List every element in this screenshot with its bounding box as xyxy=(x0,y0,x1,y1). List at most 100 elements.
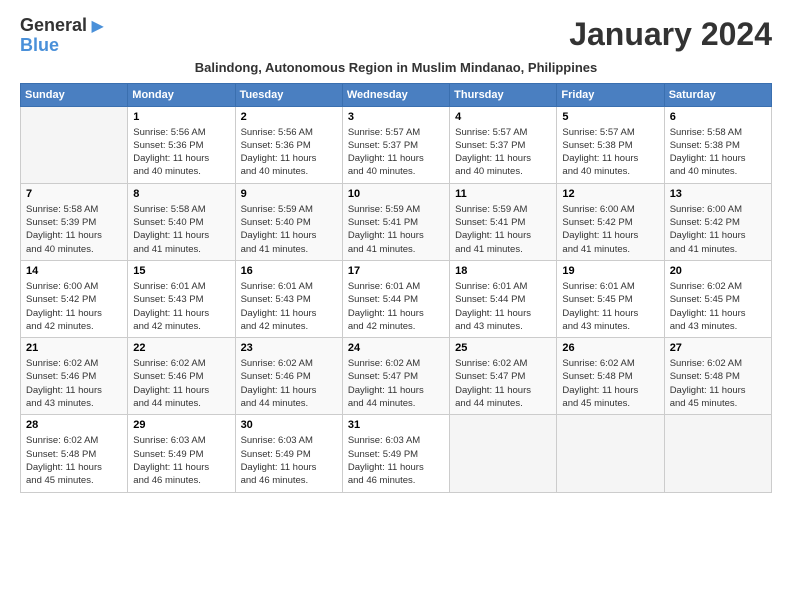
day-info: Sunrise: 6:02 AM Sunset: 5:46 PM Dayligh… xyxy=(241,357,337,410)
day-info: Sunrise: 5:57 AM Sunset: 5:37 PM Dayligh… xyxy=(348,126,444,179)
day-number: 13 xyxy=(670,188,766,200)
day-info: Sunrise: 5:59 AM Sunset: 5:40 PM Dayligh… xyxy=(241,203,337,256)
day-number: 8 xyxy=(133,188,229,200)
day-number: 21 xyxy=(26,342,122,354)
day-number: 19 xyxy=(562,265,658,277)
calendar-week-row: 28 Sunrise: 6:02 AM Sunset: 5:48 PM Dayli… xyxy=(21,415,772,492)
page-header: General ▶ Blue January 2024 xyxy=(20,16,772,56)
calendar-cell: 23 Sunrise: 6:02 AM Sunset: 5:46 PM Dayli… xyxy=(235,338,342,415)
calendar-cell: 11 Sunrise: 5:59 AM Sunset: 5:41 PM Dayli… xyxy=(450,183,557,260)
calendar-cell: 5 Sunrise: 5:57 AM Sunset: 5:38 PM Daylig… xyxy=(557,106,664,183)
day-number: 11 xyxy=(455,188,551,200)
day-info: Sunrise: 5:58 AM Sunset: 5:39 PM Dayligh… xyxy=(26,203,122,256)
logo-blue: Blue xyxy=(20,36,59,56)
day-number: 10 xyxy=(348,188,444,200)
calendar-cell: 18Sunrise: 6:01 AM Sunset: 5:44 PM Dayli… xyxy=(450,260,557,337)
day-info: Sunrise: 6:02 AM Sunset: 5:48 PM Dayligh… xyxy=(562,357,658,410)
day-info: Sunrise: 6:03 AM Sunset: 5:49 PM Dayligh… xyxy=(133,434,229,487)
day-number: 28 xyxy=(26,419,122,431)
day-number: 4 xyxy=(455,111,551,123)
day-info: Sunrise: 6:03 AM Sunset: 5:49 PM Dayligh… xyxy=(241,434,337,487)
calendar-cell: 29 Sunrise: 6:03 AM Sunset: 5:49 PM Dayli… xyxy=(128,415,235,492)
day-number: 24 xyxy=(348,342,444,354)
calendar-cell: 26 Sunrise: 6:02 AM Sunset: 5:48 PM Dayli… xyxy=(557,338,664,415)
day-number: 6 xyxy=(670,111,766,123)
calendar-cell: 28 Sunrise: 6:02 AM Sunset: 5:48 PM Dayli… xyxy=(21,415,128,492)
month-title: January 2024 xyxy=(569,16,772,53)
calendar-cell: 10 Sunrise: 5:59 AM Sunset: 5:41 PM Dayli… xyxy=(342,183,449,260)
day-number: 5 xyxy=(562,111,658,123)
calendar-cell xyxy=(557,415,664,492)
calendar-cell: 4 Sunrise: 5:57 AM Sunset: 5:37 PM Daylig… xyxy=(450,106,557,183)
weekday-header: Thursday xyxy=(450,83,557,106)
calendar-cell: 6 Sunrise: 5:58 AM Sunset: 5:38 PM Daylig… xyxy=(664,106,771,183)
day-number: 3 xyxy=(348,111,444,123)
calendar-table: SundayMondayTuesdayWednesdayThursdayFrid… xyxy=(20,83,772,493)
calendar-cell: 22 Sunrise: 6:02 AM Sunset: 5:46 PM Dayli… xyxy=(128,338,235,415)
day-number: 30 xyxy=(241,419,337,431)
day-info: Sunrise: 5:56 AM Sunset: 5:36 PM Dayligh… xyxy=(241,126,337,179)
calendar-cell: 9 Sunrise: 5:59 AM Sunset: 5:40 PM Daylig… xyxy=(235,183,342,260)
calendar-cell: 7 Sunrise: 5:58 AM Sunset: 5:39 PM Daylig… xyxy=(21,183,128,260)
day-number: 16 xyxy=(241,265,337,277)
calendar-cell: 3 Sunrise: 5:57 AM Sunset: 5:37 PM Daylig… xyxy=(342,106,449,183)
day-info: Sunrise: 6:02 AM Sunset: 5:46 PM Dayligh… xyxy=(26,357,122,410)
day-info: Sunrise: 6:02 AM Sunset: 5:47 PM Dayligh… xyxy=(455,357,551,410)
calendar-cell: 19Sunrise: 6:01 AM Sunset: 5:45 PM Dayli… xyxy=(557,260,664,337)
logo-text: General ▶ xyxy=(20,16,104,36)
day-number: 2 xyxy=(241,111,337,123)
calendar-header-row: SundayMondayTuesdayWednesdayThursdayFrid… xyxy=(21,83,772,106)
day-info: Sunrise: 6:02 AM Sunset: 5:46 PM Dayligh… xyxy=(133,357,229,410)
day-info: Sunrise: 6:01 AM Sunset: 5:43 PM Dayligh… xyxy=(133,280,229,333)
day-info: Sunrise: 6:00 AM Sunset: 5:42 PM Dayligh… xyxy=(670,203,766,256)
day-info: Sunrise: 5:56 AM Sunset: 5:36 PM Dayligh… xyxy=(133,126,229,179)
day-info: Sunrise: 6:02 AM Sunset: 5:47 PM Dayligh… xyxy=(348,357,444,410)
day-number: 22 xyxy=(133,342,229,354)
day-number: 9 xyxy=(241,188,337,200)
calendar-cell: 8 Sunrise: 5:58 AM Sunset: 5:40 PM Daylig… xyxy=(128,183,235,260)
day-info: Sunrise: 5:59 AM Sunset: 5:41 PM Dayligh… xyxy=(348,203,444,256)
day-info: Sunrise: 5:57 AM Sunset: 5:37 PM Dayligh… xyxy=(455,126,551,179)
weekday-header: Saturday xyxy=(664,83,771,106)
calendar-cell: 1 Sunrise: 5:56 AM Sunset: 5:36 PM Daylig… xyxy=(128,106,235,183)
day-number: 20 xyxy=(670,265,766,277)
day-info: Sunrise: 5:58 AM Sunset: 5:38 PM Dayligh… xyxy=(670,126,766,179)
day-number: 26 xyxy=(562,342,658,354)
calendar-week-row: 14Sunrise: 6:00 AM Sunset: 5:42 PM Dayli… xyxy=(21,260,772,337)
calendar-week-row: 7 Sunrise: 5:58 AM Sunset: 5:39 PM Daylig… xyxy=(21,183,772,260)
calendar-cell: 24 Sunrise: 6:02 AM Sunset: 5:47 PM Dayli… xyxy=(342,338,449,415)
day-info: Sunrise: 5:59 AM Sunset: 5:41 PM Dayligh… xyxy=(455,203,551,256)
calendar-cell: 17Sunrise: 6:01 AM Sunset: 5:44 PM Dayli… xyxy=(342,260,449,337)
calendar-cell xyxy=(664,415,771,492)
logo-general: General xyxy=(20,15,87,35)
day-info: Sunrise: 6:02 AM Sunset: 5:45 PM Dayligh… xyxy=(670,280,766,333)
day-info: Sunrise: 6:03 AM Sunset: 5:49 PM Dayligh… xyxy=(348,434,444,487)
calendar-cell: 20 Sunrise: 6:02 AM Sunset: 5:45 PM Dayli… xyxy=(664,260,771,337)
calendar-cell xyxy=(450,415,557,492)
day-number: 15 xyxy=(133,265,229,277)
calendar-cell: 12Sunrise: 6:00 AM Sunset: 5:42 PM Dayli… xyxy=(557,183,664,260)
day-number: 23 xyxy=(241,342,337,354)
day-info: Sunrise: 6:02 AM Sunset: 5:48 PM Dayligh… xyxy=(670,357,766,410)
day-number: 12 xyxy=(562,188,658,200)
day-number: 1 xyxy=(133,111,229,123)
day-number: 18 xyxy=(455,265,551,277)
day-info: Sunrise: 5:58 AM Sunset: 5:40 PM Dayligh… xyxy=(133,203,229,256)
day-number: 31 xyxy=(348,419,444,431)
day-info: Sunrise: 5:57 AM Sunset: 5:38 PM Dayligh… xyxy=(562,126,658,179)
day-number: 29 xyxy=(133,419,229,431)
day-number: 7 xyxy=(26,188,122,200)
day-number: 14 xyxy=(26,265,122,277)
calendar-cell: 31 Sunrise: 6:03 AM Sunset: 5:49 PM Dayli… xyxy=(342,415,449,492)
calendar-cell: 2 Sunrise: 5:56 AM Sunset: 5:36 PM Daylig… xyxy=(235,106,342,183)
logo: General ▶ Blue xyxy=(20,16,104,56)
calendar-week-row: 21 Sunrise: 6:02 AM Sunset: 5:46 PM Dayli… xyxy=(21,338,772,415)
calendar-cell xyxy=(21,106,128,183)
weekday-header: Sunday xyxy=(21,83,128,106)
calendar-cell: 16Sunrise: 6:01 AM Sunset: 5:43 PM Dayli… xyxy=(235,260,342,337)
day-number: 27 xyxy=(670,342,766,354)
day-number: 25 xyxy=(455,342,551,354)
day-info: Sunrise: 6:02 AM Sunset: 5:48 PM Dayligh… xyxy=(26,434,122,487)
day-info: Sunrise: 6:01 AM Sunset: 5:44 PM Dayligh… xyxy=(348,280,444,333)
calendar-cell: 25 Sunrise: 6:02 AM Sunset: 5:47 PM Dayli… xyxy=(450,338,557,415)
